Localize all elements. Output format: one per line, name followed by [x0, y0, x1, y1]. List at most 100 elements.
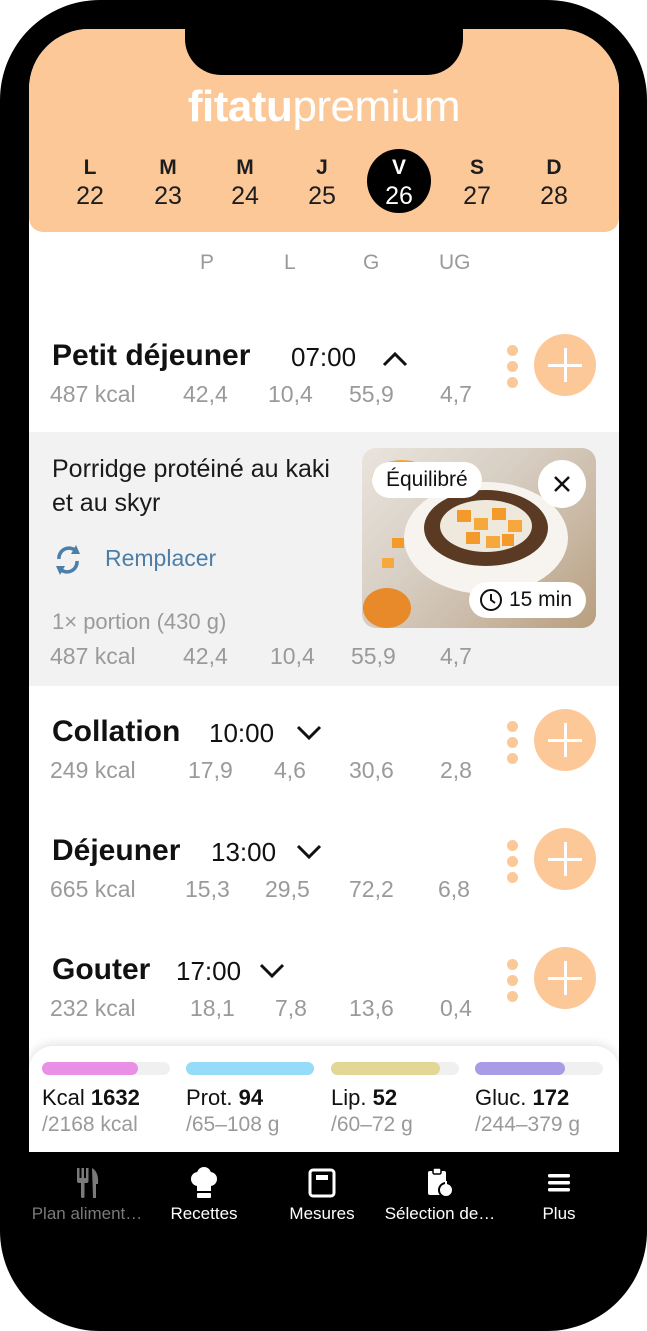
summary-label: Kcal: [42, 1085, 85, 1110]
day-letter: S: [469, 156, 484, 179]
day-sunday[interactable]: D 28: [522, 151, 586, 211]
day-monday[interactable]: L 22: [58, 151, 122, 211]
day-number: 24: [231, 182, 259, 210]
week-strip: L 22 M 23 M 24 J 25 V 26 S 27 D 28: [29, 149, 619, 213]
day-number: 22: [76, 182, 104, 210]
meal-kcal: 487 kcal: [50, 381, 136, 407]
carbs-progress-bar: [475, 1062, 603, 1075]
summary-value: 172: [532, 1085, 570, 1110]
meal-time: 17:00: [176, 956, 242, 986]
close-icon[interactable]: [538, 460, 586, 508]
day-tuesday[interactable]: M 23: [136, 151, 200, 211]
tab-label: Plan aliment…: [31, 1204, 143, 1223]
day-letter: M: [236, 156, 254, 179]
day-letter: L: [83, 156, 97, 179]
macro-column-headers: P L G UG: [29, 251, 619, 275]
meal-time: 07:00: [291, 342, 357, 372]
meal-carbs: 13,6: [349, 995, 394, 1021]
meal-protein: 15,3: [185, 876, 230, 902]
meal-title: Déjeuner: [52, 834, 181, 867]
more-options-icon[interactable]: [507, 345, 519, 393]
chef-hat-icon: [191, 1167, 217, 1198]
scale-icon: [308, 1168, 336, 1198]
chevron-down-icon[interactable]: [258, 961, 286, 981]
chevron-down-icon[interactable]: [295, 723, 323, 743]
meal-lipids: 10,4: [268, 381, 313, 407]
summary-range: /60–72 g: [331, 1113, 413, 1136]
day-wednesday[interactable]: M 24: [213, 151, 277, 211]
summary-label: Prot.: [186, 1085, 233, 1110]
tab-recipes[interactable]: Recettes: [149, 1166, 259, 1224]
carbs-progress-fill: [475, 1062, 565, 1075]
recipe-kcal: 487 kcal: [50, 643, 136, 669]
add-food-button[interactable]: [534, 947, 596, 1009]
meal-fiber: 4,7: [440, 381, 472, 407]
day-thursday[interactable]: J 25: [290, 151, 354, 211]
summary-value: 94: [238, 1085, 264, 1110]
replace-label: Remplacer: [105, 545, 217, 571]
more-options-icon[interactable]: [507, 959, 519, 1007]
tab-label: Sélection de…: [384, 1204, 496, 1223]
meal-title: Petit déjeuner: [52, 339, 251, 372]
day-letter: J: [316, 156, 328, 179]
tab-measurements[interactable]: Mesures: [269, 1166, 375, 1224]
summary-carbs: Gluc. 172 /244–379 g: [475, 1062, 603, 1137]
tab-more[interactable]: Plus: [519, 1166, 599, 1224]
chevron-down-icon[interactable]: [295, 842, 323, 862]
summary-value: 52: [372, 1085, 398, 1110]
meal-title: Collation: [52, 715, 181, 748]
recipe-carbs: 55,9: [351, 643, 396, 669]
recipe-name: Porridge protéiné au kaki et au skyr: [52, 455, 330, 517]
day-friday-selected[interactable]: V 26: [367, 149, 431, 213]
meal-time: 10:00: [209, 718, 275, 748]
meal-snack[interactable]: Collation 10:00 249 kcal 17,9 4,6 30,6 2…: [29, 709, 619, 809]
meal-carbs: 55,9: [349, 381, 394, 407]
recipe-fiber: 4,7: [440, 643, 472, 669]
summary-range: /244–379 g: [475, 1113, 581, 1136]
meal-lunch[interactable]: Déjeuner 13:00 665 kcal 15,3 29,5 72,2 6…: [29, 828, 619, 928]
macro-header-carbs: G: [363, 251, 380, 274]
day-saturday[interactable]: S 27: [445, 151, 509, 211]
tab-meal-plan[interactable]: Plan aliment…: [29, 1166, 151, 1224]
meal-fiber: 2,8: [440, 757, 472, 783]
recipe-photo[interactable]: Équilibré 15 min: [362, 448, 596, 628]
summary-label: Lip.: [331, 1085, 367, 1110]
protein-progress-fill: [186, 1062, 314, 1075]
macro-header-protein: P: [200, 251, 215, 274]
add-food-button[interactable]: [534, 828, 596, 890]
summary-lipids: Lip. 52 /60–72 g: [331, 1062, 459, 1137]
meal-lipids: 4,6: [274, 757, 306, 783]
day-letter: V: [391, 156, 406, 179]
add-food-button[interactable]: [534, 334, 596, 396]
recipe-card[interactable]: Porridge protéiné au kaki et au skyr Rem…: [29, 432, 619, 686]
bottom-tab-bar: Plan aliment… Recettes Mesures Sélection…: [29, 1152, 619, 1244]
recipe-lipids: 10,4: [270, 643, 315, 669]
lipids-progress-bar: [331, 1062, 459, 1075]
tab-label: Recettes: [170, 1204, 238, 1223]
more-options-icon[interactable]: [507, 840, 519, 888]
meal-afternoon-snack[interactable]: Gouter 17:00 232 kcal 18,1 7,8 13,6 0,4: [29, 947, 619, 1047]
brand-logo: fitatupremium: [29, 81, 619, 133]
phone-frame: fitatupremium L 22 M 23 M 24 J 25 V 26 S…: [0, 0, 647, 1331]
daily-summary[interactable]: Kcal 1632 /2168 kcal Prot. 94 /65–108 g …: [29, 1046, 619, 1152]
clock-icon: [479, 589, 502, 612]
macro-header-fiber: UG: [439, 251, 471, 274]
add-food-button[interactable]: [534, 709, 596, 771]
day-number: 27: [463, 182, 491, 210]
meal-protein: 42,4: [183, 381, 228, 407]
balanced-tag: Équilibré: [372, 462, 482, 498]
chevron-up-icon[interactable]: [381, 349, 409, 369]
duration-tag: 15 min: [468, 582, 586, 618]
refresh-icon: [56, 545, 80, 575]
summary-range: /2168 kcal: [42, 1113, 138, 1136]
brand-logo-part1: fitatu: [187, 82, 293, 131]
protein-progress-bar: [186, 1062, 314, 1075]
recipe-portion: 1× portion (430 g): [52, 609, 227, 634]
meal-protein: 18,1: [190, 995, 235, 1021]
more-options-icon[interactable]: [507, 721, 519, 769]
meal-breakfast[interactable]: Petit déjeuner 07:00 487 kcal 42,4 10,4 …: [29, 329, 619, 429]
tab-selection[interactable]: Sélection de…: [379, 1166, 501, 1224]
duration-text: 15 min: [508, 588, 572, 611]
meal-carbs: 72,2: [349, 876, 394, 902]
day-number: 23: [154, 182, 182, 210]
